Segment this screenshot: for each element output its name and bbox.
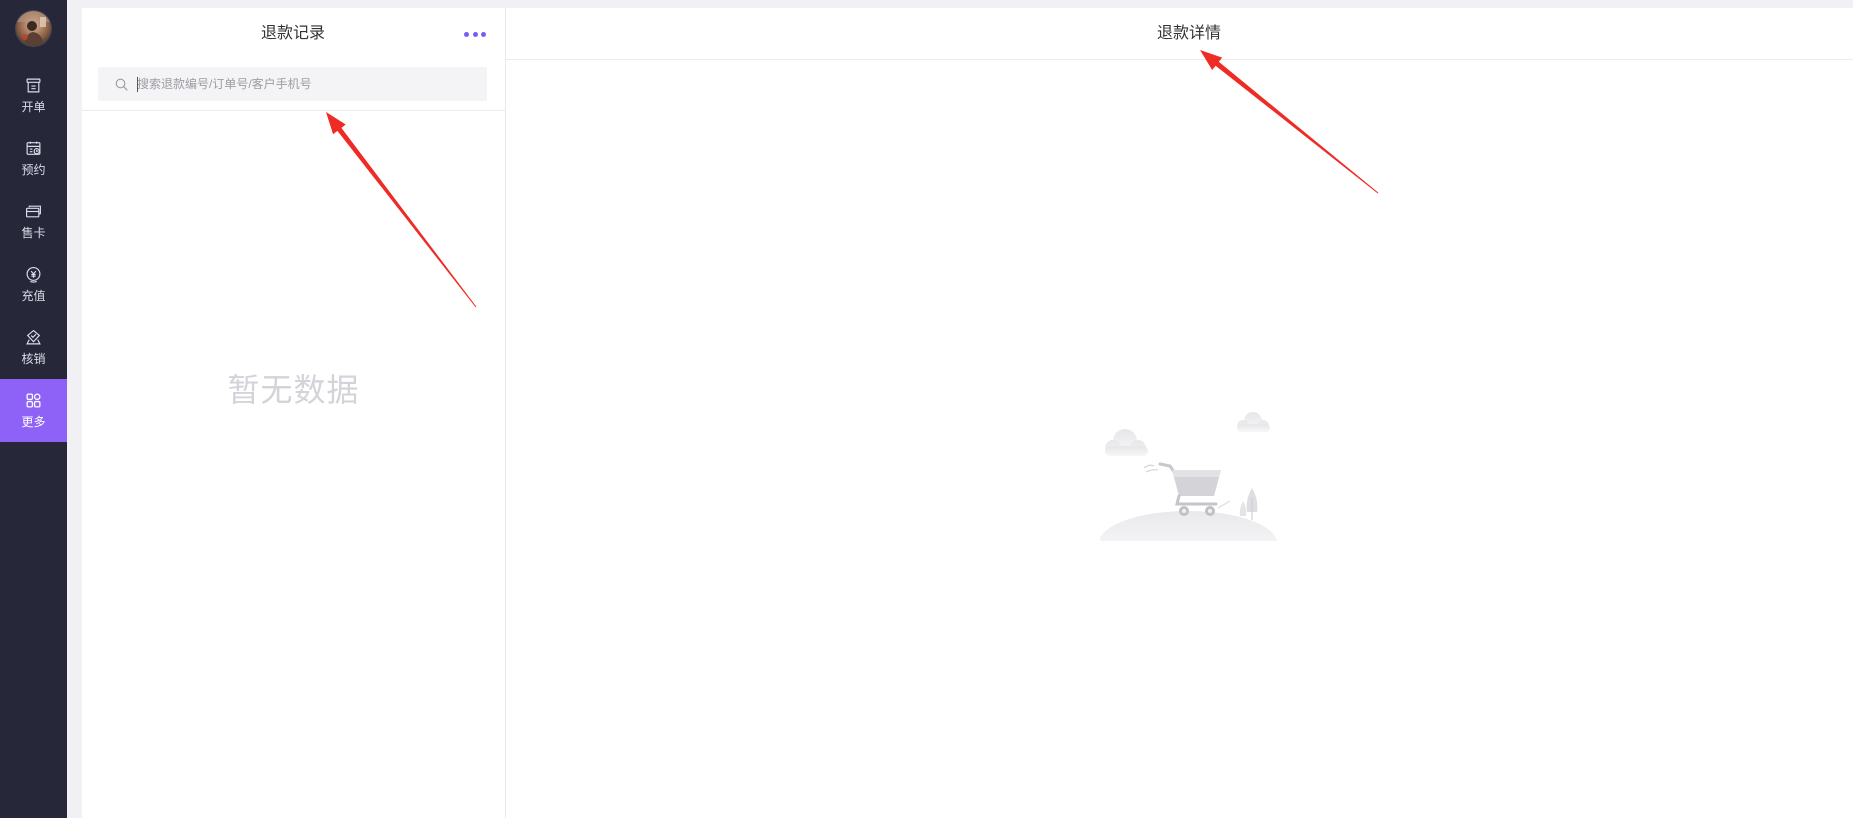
refund-details-title: 退款详情 xyxy=(1156,25,1222,42)
sidebar-item-label: 更多 xyxy=(21,415,46,429)
receipt-icon xyxy=(25,77,42,94)
refund-records-panel: 退款记录 暂无数据 xyxy=(82,8,506,818)
sidebar-item-label: 充值 xyxy=(21,289,46,303)
sidebar-item-verify[interactable]: 核销 xyxy=(0,316,67,379)
sidebar: 开单 预约 售卡 充值 核销 更多 xyxy=(0,0,67,818)
search-icon xyxy=(115,78,128,91)
sidebar-item-open-order[interactable]: 开单 xyxy=(0,64,67,127)
more-dots-icon[interactable] xyxy=(464,27,486,41)
divider xyxy=(82,110,505,111)
text-caret xyxy=(137,77,138,92)
search-input[interactable] xyxy=(137,67,477,101)
yuan-coin-icon xyxy=(25,266,42,283)
empty-state-text: 暂无数据 xyxy=(227,372,360,408)
sidebar-item-label: 核销 xyxy=(21,352,46,366)
sidebar-item-label: 开单 xyxy=(21,100,46,114)
sidebar-item-label: 售卡 xyxy=(21,226,46,240)
sidebar-item-recharge[interactable]: 充值 xyxy=(0,253,67,316)
ticket-check-icon xyxy=(25,329,42,346)
refund-details-panel: 退款详情 xyxy=(506,8,1853,818)
card-icon xyxy=(25,203,42,220)
avatar-image xyxy=(16,11,51,46)
avatar[interactable] xyxy=(16,11,51,46)
grid-icon xyxy=(25,392,42,409)
empty-cart-illustration xyxy=(1100,412,1277,541)
search-box xyxy=(98,67,487,101)
sidebar-item-label: 预约 xyxy=(21,163,46,177)
refund-records-title: 退款记录 xyxy=(260,25,326,42)
sidebar-item-appointment[interactable]: 预约 xyxy=(0,127,67,190)
divider xyxy=(506,59,1853,60)
sidebar-item-sell-card[interactable]: 售卡 xyxy=(0,190,67,253)
sidebar-item-more[interactable]: 更多 xyxy=(0,379,67,442)
calendar-icon xyxy=(25,140,42,157)
